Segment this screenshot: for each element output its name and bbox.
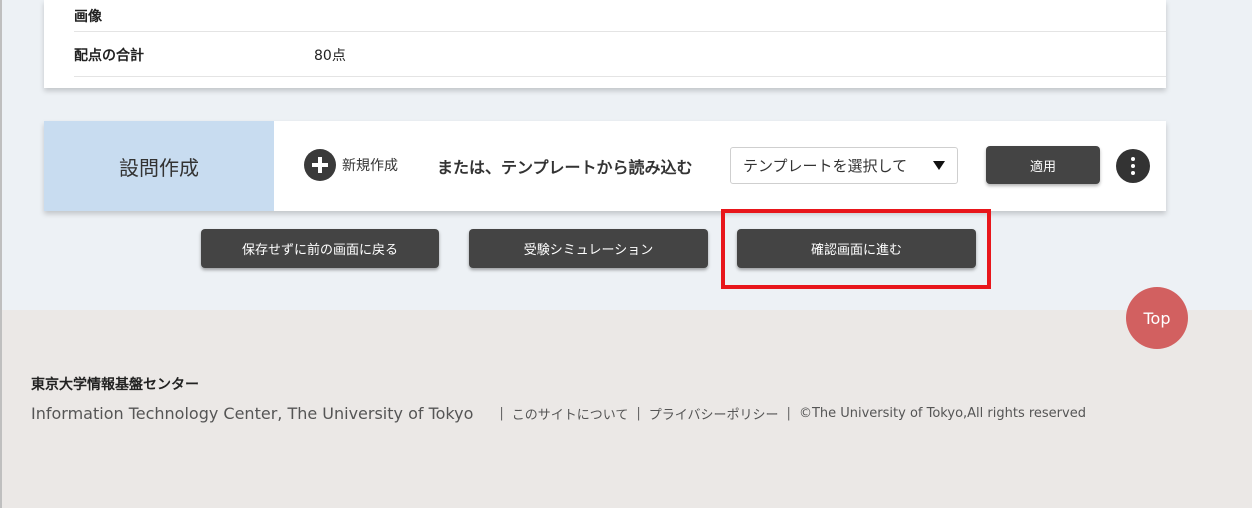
footer-copyright: ©The University of Tokyo,All rights rese…	[798, 405, 1086, 421]
footer-separator: |	[636, 405, 641, 421]
apply-template-button[interactable]: 適用	[986, 146, 1100, 184]
back-to-top-button[interactable]: Top	[1126, 287, 1188, 349]
info-row-image: 画像	[74, 0, 1166, 32]
plus-circle-icon	[304, 149, 336, 181]
footer-link-privacy[interactable]: プライバシーポリシー	[649, 404, 779, 423]
more-dot	[1131, 157, 1135, 161]
template-load-text: または、テンプレートから読み込む	[437, 158, 693, 177]
footer-link-about[interactable]: このサイトについて	[512, 404, 629, 423]
info-label-total-points: 配点の合計	[74, 47, 144, 64]
footer-separator: |	[499, 405, 504, 421]
more-vertical-icon[interactable]	[1116, 149, 1150, 183]
question-create-title: 設問作成	[44, 121, 274, 211]
info-row-total-points: 配点の合計 80点	[74, 33, 1166, 77]
more-dot	[1131, 171, 1135, 175]
highlight-box	[721, 209, 991, 289]
footer-org-name: 東京大学情報基盤センター	[31, 377, 199, 393]
exam-simulation-button[interactable]: 受験シミュレーション	[469, 229, 708, 268]
question-info-card: 画像 配点の合計 80点	[44, 0, 1166, 88]
new-question-button[interactable]: 新規作成	[304, 148, 398, 182]
question-create-panel: 設問作成 新規作成 または、テンプレートから読み込む テンプレートを選択して 適…	[44, 121, 1166, 211]
info-value-total-points: 80点	[314, 47, 346, 64]
more-dot	[1131, 164, 1135, 168]
footer-org-name-en: Information Technology Center, The Unive…	[31, 403, 474, 423]
new-question-label: 新規作成	[342, 158, 398, 174]
footer-separator: |	[786, 405, 791, 421]
caret-down-icon	[933, 161, 945, 170]
footer-links-line: Information Technology Center, The Unive…	[31, 402, 1086, 424]
template-select[interactable]: テンプレートを選択して	[730, 147, 958, 184]
info-label-image: 画像	[74, 8, 102, 25]
template-select-value: テンプレートを選択して	[743, 157, 908, 175]
back-without-saving-button[interactable]: 保存せずに前の画面に戻る	[201, 229, 439, 268]
